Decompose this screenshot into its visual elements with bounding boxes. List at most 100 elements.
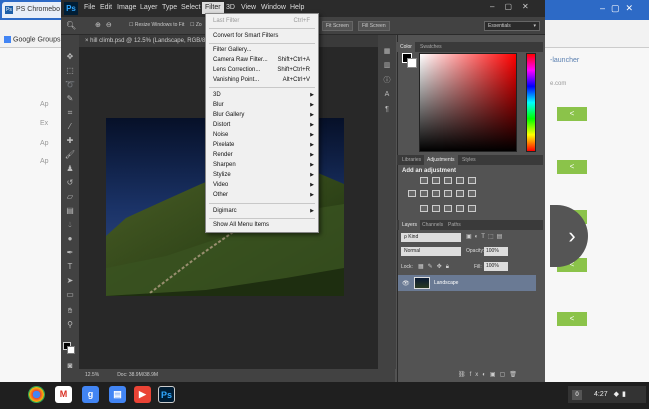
curves-icon[interactable]	[444, 177, 452, 184]
channel-mixer-icon[interactable]	[456, 190, 464, 197]
dodge-tool-icon[interactable]: ●	[64, 234, 76, 243]
menu-item-noise[interactable]: Noise	[213, 132, 228, 138]
share-button[interactable]: <	[557, 160, 587, 174]
tab-channels[interactable]: Channels	[419, 220, 446, 230]
notification-badge[interactable]: 0	[572, 390, 582, 400]
share-button[interactable]: <	[557, 107, 587, 121]
menu-item-sharpen[interactable]: Sharpen	[213, 162, 236, 168]
quick-select-tool-icon[interactable]: ✎	[64, 94, 76, 103]
blur-tool-icon[interactable]: 💧︎	[64, 220, 76, 229]
menu-item-stylize[interactable]: Stylize	[213, 172, 231, 178]
history-panel-icon[interactable]: ▦	[382, 48, 392, 56]
pen-tool-icon[interactable]: ✒	[64, 248, 76, 257]
menu-item-blur-gallery[interactable]: Blur Gallery	[213, 112, 244, 118]
workspace-select[interactable]: Essentials ▾	[484, 21, 540, 31]
healing-tool-icon[interactable]: ✚	[64, 136, 76, 145]
menu-item-convert-smart-filters[interactable]: Convert for Smart Filters	[213, 33, 278, 39]
invert-icon[interactable]	[420, 205, 428, 212]
selective-color-icon[interactable]	[456, 205, 464, 212]
color-lookup-icon[interactable]	[468, 190, 476, 197]
background-color-swatch[interactable]	[67, 346, 75, 354]
fit-screen-button[interactable]: Fit Screen	[322, 21, 353, 31]
menu-item-lens-correction[interactable]: Lens Correction...	[213, 67, 260, 73]
eyedropper-tool-icon[interactable]: ⁄	[64, 122, 76, 131]
gradient-tool-icon[interactable]: ▤	[64, 206, 76, 215]
menu-item-camera-raw[interactable]: Camera Raw Filter...	[213, 57, 268, 63]
brightness-icon[interactable]	[420, 177, 428, 184]
gradient-map-icon[interactable]	[468, 205, 476, 212]
menu-select[interactable]: Select	[181, 4, 200, 11]
menu-file[interactable]: File	[84, 4, 95, 11]
posterize-icon[interactable]	[432, 205, 440, 212]
blend-mode-select[interactable]: Normal	[401, 247, 461, 256]
menu-item-show-all[interactable]: Show All Menu Items	[213, 222, 269, 228]
brush-tool-icon[interactable]: 🖌︎	[64, 150, 76, 159]
tab-styles[interactable]: Styles	[459, 155, 479, 165]
bookmark-google-groups[interactable]: Google Groups	[4, 36, 60, 43]
character-panel-icon[interactable]: A	[382, 91, 392, 99]
rectangle-tool-icon[interactable]: ▭	[64, 290, 76, 299]
crop-tool-icon[interactable]: ⌗	[64, 108, 76, 117]
tab-swatches[interactable]: Swatches	[417, 42, 445, 52]
info-panel-icon[interactable]: ⓘ	[382, 77, 392, 85]
youtube-icon[interactable]: ▶	[134, 386, 151, 403]
black-white-icon[interactable]	[432, 190, 440, 197]
menu-item-digimarc[interactable]: Digimarc	[213, 208, 237, 214]
quick-mask-icon[interactable]: ◙	[64, 361, 76, 370]
path-select-tool-icon[interactable]: ➤	[64, 276, 76, 285]
fill-screen-button[interactable]: Fill Screen	[358, 21, 390, 31]
layer-filter-kind[interactable]: ρ Kind	[401, 233, 461, 242]
menu-window[interactable]: Window	[261, 4, 286, 11]
gmail-icon[interactable]: M	[55, 386, 72, 403]
menu-item-filter-gallery[interactable]: Filter Gallery...	[213, 47, 252, 53]
menu-item-pixelate[interactable]: Pixelate	[213, 142, 234, 148]
photo-filter-icon[interactable]	[444, 190, 452, 197]
vibrance-icon[interactable]	[468, 177, 476, 184]
menu-type[interactable]: Type	[162, 4, 177, 11]
history-brush-tool-icon[interactable]: ↺	[64, 178, 76, 187]
zoom-tool-icon[interactable]: 🔍︎	[66, 21, 76, 30]
resize-windows-checkbox[interactable]: ☐ Resize Windows to Fit	[126, 21, 187, 31]
menu-item-distort[interactable]: Distort	[213, 122, 230, 128]
menu-layer[interactable]: Layer	[140, 4, 158, 11]
menu-item-video[interactable]: Video	[213, 182, 228, 188]
paragraph-panel-icon[interactable]: ¶	[382, 106, 392, 114]
threshold-icon[interactable]	[444, 205, 452, 212]
tab-layers[interactable]: Layers	[399, 220, 421, 230]
lock-icons[interactable]: ▦✎✥🔒︎	[418, 263, 453, 271]
docs-icon[interactable]: ▤	[109, 386, 126, 403]
menu-item-last-filter[interactable]: Last Filter	[213, 18, 239, 24]
share-button[interactable]: <	[557, 312, 587, 326]
zoom-tool-icon[interactable]: ⚲	[64, 320, 76, 329]
menu-view[interactable]: View	[241, 4, 256, 11]
menu-item-render[interactable]: Render	[213, 152, 233, 158]
hand-tool-icon[interactable]: ✋︎	[64, 306, 76, 315]
opacity-input[interactable]: 100%	[484, 247, 508, 256]
window-controls[interactable]: –▢✕	[490, 2, 539, 11]
tab-paths[interactable]: Paths	[445, 220, 464, 230]
layer-filter-icons[interactable]: ▣◐T⬚▤	[466, 233, 505, 240]
photoshop-app-icon[interactable]: Ps	[158, 386, 175, 403]
menu-item-blur[interactable]: Blur	[213, 102, 224, 108]
type-tool-icon[interactable]: T	[64, 262, 76, 271]
zoom-in-out-icons[interactable]: ⊕⊖	[95, 21, 117, 29]
color-balance-icon[interactable]	[420, 190, 428, 197]
layers-footer-icons[interactable]: ⛓fx◐▣▢🗑︎	[398, 371, 536, 382]
browser-window-controls[interactable]: –▢✕	[600, 3, 639, 14]
move-tool-icon[interactable]: ✥	[64, 52, 76, 61]
tab-libraries[interactable]: Libraries	[399, 155, 424, 165]
lasso-tool-icon[interactable]: ➰	[64, 80, 76, 89]
browser-tab[interactable]: Ps PS Chromebo	[2, 2, 64, 18]
menu-3d[interactable]: 3D	[226, 4, 235, 11]
color-picker-field[interactable]	[419, 53, 517, 152]
menu-item-other[interactable]: Other	[213, 192, 228, 198]
bg-launcher-link[interactable]: -launcher	[550, 57, 579, 64]
exposure-icon[interactable]	[456, 177, 464, 184]
chrome-icon[interactable]	[28, 386, 45, 403]
marquee-tool-icon[interactable]: ⬚	[64, 66, 76, 75]
levels-icon[interactable]	[432, 177, 440, 184]
stamp-tool-icon[interactable]: ♟	[64, 164, 76, 173]
layer-name[interactable]: Landscape	[434, 280, 458, 286]
zoom-all-checkbox[interactable]: ☐ Zo	[187, 21, 205, 31]
properties-panel-icon[interactable]: ▥	[382, 62, 392, 70]
